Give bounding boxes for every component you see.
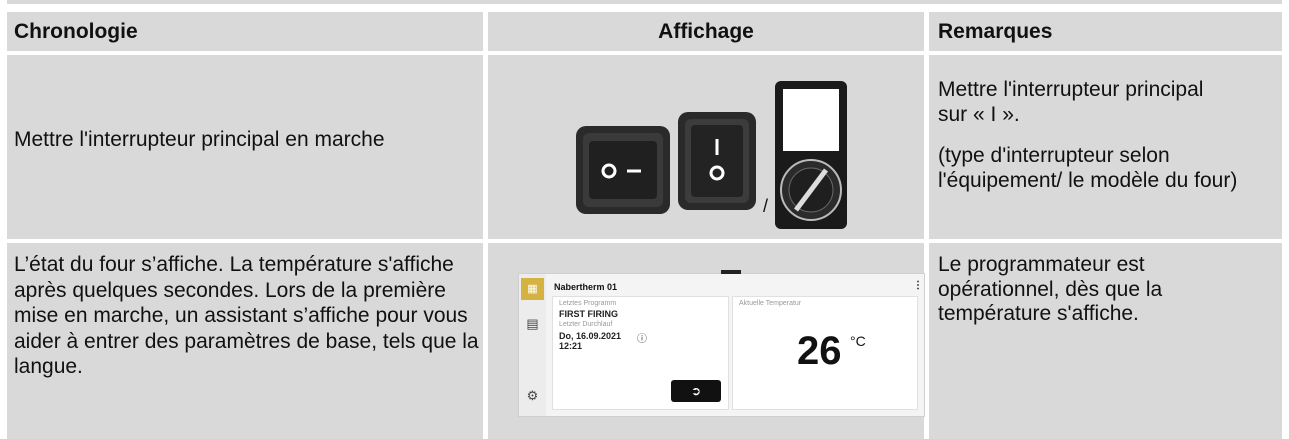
row1-remarques-text-1: Mettre l'interrupteur principal sur « I … — [938, 78, 1204, 126]
rotary-switch-icon — [775, 81, 847, 229]
last-program-card: Letztes Programm FIRST FIRING Letzter Du… — [552, 296, 729, 410]
row1-remarques-text-2: (type d'interrupteur selon l'équipement/… — [938, 144, 1238, 192]
switch-separator: / — [763, 196, 769, 216]
row1-chronologie-text: Mettre l'interrupteur principal en march… — [14, 128, 385, 151]
display-top-tab — [721, 270, 741, 274]
row2-chronologie-text: L’état du four s’affiche. La température… — [14, 253, 479, 378]
row1-chronologie-cell: Mettre l'interrupteur principal en march… — [7, 55, 483, 239]
header-affichage-label: Affichage — [658, 19, 754, 43]
row2-chronologie-cell: L’état du four s’affiche. La température… — [7, 243, 483, 439]
rocker-switch-off-icon — [576, 126, 670, 214]
grid-icon[interactable]: ▦ — [521, 278, 544, 300]
header-remarques: Remarques — [929, 12, 1282, 51]
temperature-unit: °C — [850, 333, 866, 349]
device-name: Nabertherm 01 — [554, 282, 618, 292]
row2-remarques-text: Le programmateur est opérationnel, dès q… — [938, 253, 1163, 325]
last-run-date: Do, 16.09.2021 — [559, 331, 622, 341]
display-sidebar: ▦ ▤ ⚙ — [519, 274, 546, 416]
kebab-menu-icon[interactable]: ⋮ — [913, 280, 923, 291]
chart-icon[interactable]: ▤ — [519, 316, 546, 332]
row2-remarques-cell: Le programmateur est opérationnel, dès q… — [929, 243, 1282, 439]
header-remarques-label: Remarques — [938, 19, 1053, 43]
row1-remarques-cell: Mettre l'interrupteur principal sur « I … — [929, 55, 1282, 239]
last-run-label: Letzter Durchlauf — [559, 321, 613, 328]
switch-illustrations: / — [488, 55, 924, 239]
current-temp-label: Aktuelle Temperatur — [739, 300, 802, 307]
temperature-value: 26 — [797, 329, 842, 373]
controller-display: ▦ ▤ ⚙ Nabertherm 01 ⋮ Letztes Programm F… — [518, 270, 925, 417]
last-program-label: Letztes Programm — [559, 300, 617, 307]
rocker-switch-on-icon — [678, 112, 756, 210]
header-chronologie-label: Chronologie — [14, 19, 138, 43]
row2-affichage-cell: ▦ ▤ ⚙ Nabertherm 01 ⋮ Letztes Programm F… — [488, 243, 925, 439]
header-affichage: Affichage — [488, 12, 924, 51]
last-run-time: 12:21 — [559, 341, 583, 351]
table-top-border — [7, 0, 1282, 4]
play-icon[interactable]: ➲ — [671, 380, 721, 402]
gear-icon[interactable]: ⚙ — [519, 388, 546, 404]
current-temp-card: Aktuelle Temperatur 26 °C — [732, 296, 918, 410]
info-icon[interactable]: ⓘ — [637, 330, 647, 345]
last-program-value: FIRST FIRING — [559, 309, 618, 319]
row1-affichage-cell: / — [488, 55, 924, 239]
header-chronologie: Chronologie — [7, 12, 483, 51]
